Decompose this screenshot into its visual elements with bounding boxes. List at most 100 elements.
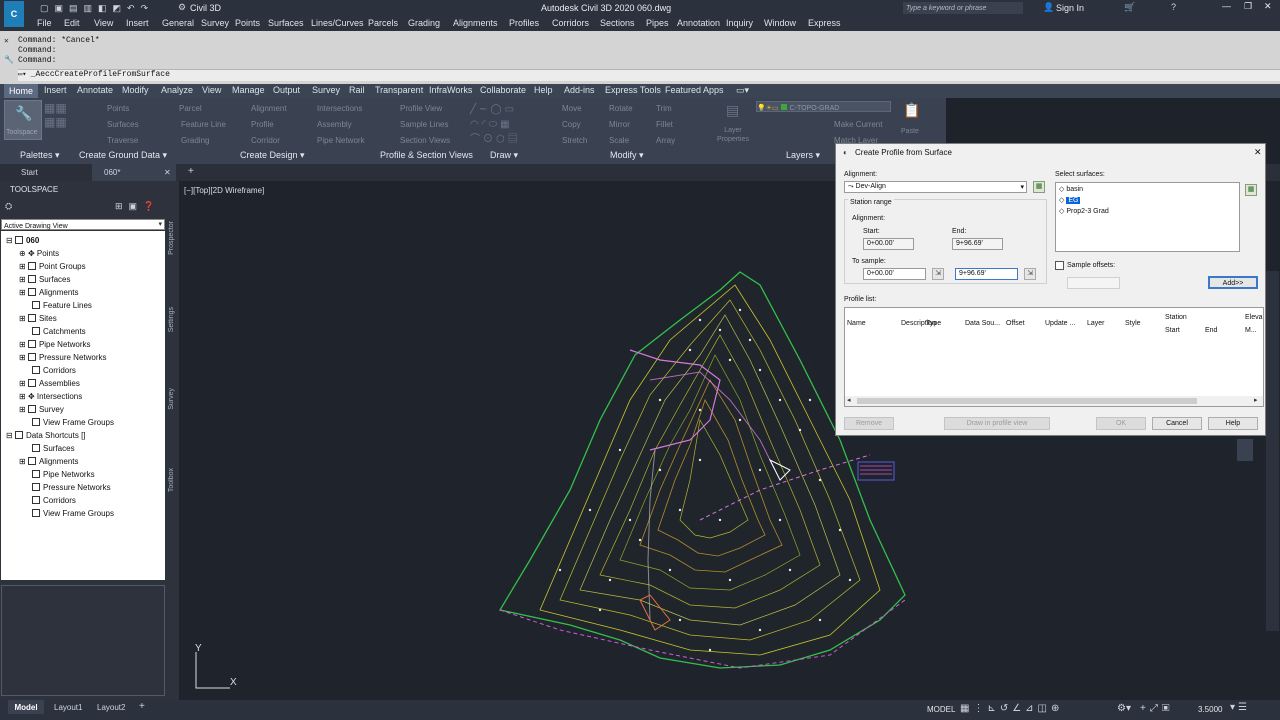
tree-item[interactable]: Corridors xyxy=(32,366,76,375)
scroll-thumb[interactable] xyxy=(857,398,1197,404)
menu-points[interactable]: Points xyxy=(235,18,260,28)
tab-modify[interactable]: Modify xyxy=(122,85,149,95)
panel-modify[interactable]: Modify ▾ xyxy=(610,150,644,161)
tab-manage[interactable]: Manage xyxy=(232,85,265,95)
chevron-left-icon[interactable]: ◂ xyxy=(847,396,851,404)
column-header[interactable]: Start xyxy=(1165,327,1180,334)
pick-station-icon[interactable]: ⇲ xyxy=(1024,268,1036,280)
new-tab-icon[interactable]: + xyxy=(188,166,194,177)
close-icon[interactable]: ✕ xyxy=(164,168,171,177)
sample-offsets-checkbox[interactable] xyxy=(1055,261,1064,270)
ribbon-assembly[interactable]: Assembly xyxy=(317,120,352,129)
tree-item[interactable]: ⊞ Alignments xyxy=(19,288,79,297)
tree-item[interactable]: ⊞ Survey xyxy=(19,405,64,414)
paste-button[interactable]: 📋 Paste xyxy=(900,102,922,138)
tab-layout1[interactable]: Layout1 xyxy=(54,703,82,712)
tab-add-ins[interactable]: Add-ins xyxy=(564,85,595,95)
sample-start-field[interactable]: 0+00.00' xyxy=(863,268,926,280)
add-button[interactable]: Add>> xyxy=(1208,276,1258,289)
close-icon[interactable]: ✕ xyxy=(1254,147,1262,158)
menu-express[interactable]: Express xyxy=(808,18,841,28)
remove-button[interactable]: Remove xyxy=(844,417,894,430)
tree-item[interactable]: View Frame Groups xyxy=(32,509,114,518)
user-icon[interactable]: 👤 xyxy=(1043,2,1054,13)
ribbon-points[interactable]: Points xyxy=(107,104,129,113)
app-logo[interactable]: C xyxy=(4,1,24,27)
navigation-bar[interactable] xyxy=(1266,271,1279,631)
viewcube-button[interactable] xyxy=(1237,439,1253,461)
gear-icon[interactable]: ⚙▾ xyxy=(1117,703,1131,714)
tab-home[interactable]: Home xyxy=(4,84,39,98)
draw-tools[interactable]: ╱∼◯▭ ◠◜⬭▦ ⌒⊙⬡▤ xyxy=(470,102,538,145)
annotation-icons[interactable]: +⤢▣ xyxy=(1140,703,1173,714)
annotation-scale[interactable]: 3.5000 xyxy=(1198,705,1222,714)
doc-tab-060-label[interactable]: 060* xyxy=(104,168,120,177)
panel-palettes[interactable]: Palettes ▾ xyxy=(20,150,60,161)
tree-item[interactable]: ⊞ Pipe Networks xyxy=(19,340,91,349)
menu-parcels[interactable]: Parcels xyxy=(368,18,398,28)
menu-sections[interactable]: Sections xyxy=(600,18,635,28)
ribbon-array[interactable]: Array xyxy=(656,136,675,145)
ribbon-make-current[interactable]: Make Current xyxy=(834,120,882,129)
ribbon-intersections[interactable]: Intersections xyxy=(317,104,362,113)
command-input[interactable]: ▭▾ _AeccCreateProfileFromSurface xyxy=(18,69,1280,81)
cart-icon[interactable]: 🛒 xyxy=(1124,2,1135,13)
profile-list-table[interactable]: Name Description Type Data Sou... Offset… xyxy=(844,307,1264,407)
ribbon-corridor[interactable]: Corridor xyxy=(251,136,280,145)
tab-transparent[interactable]: Transparent xyxy=(375,85,423,95)
tab-express-tools[interactable]: Express Tools xyxy=(605,85,661,95)
toolspace-button[interactable]: 🔧 Toolspace xyxy=(4,100,42,140)
tree-item[interactable]: ⊟ Data Shortcuts [] xyxy=(6,431,86,440)
layer-properties-button[interactable]: ▤ Layer Properties xyxy=(716,102,750,143)
tree-item[interactable]: ⊟ 060 xyxy=(6,236,39,245)
column-header[interactable]: M... xyxy=(1245,327,1257,334)
column-header[interactable]: Name xyxy=(847,320,866,327)
tree-item[interactable]: Pressure Networks xyxy=(32,483,111,492)
ribbon-mirror[interactable]: Mirror xyxy=(609,120,630,129)
ribbon-trim[interactable]: Trim xyxy=(656,104,672,113)
sign-in-link[interactable]: Sign In xyxy=(1056,3,1084,13)
menu-inquiry[interactable]: Inquiry xyxy=(726,18,753,28)
list-item[interactable]: ◇ EG xyxy=(1059,196,1081,204)
restore-icon[interactable]: ❐ xyxy=(1244,1,1252,12)
menu-grading[interactable]: Grading xyxy=(408,18,440,28)
ribbon-pipe-network[interactable]: Pipe Network xyxy=(317,136,365,145)
ribbon-section-views[interactable]: Section Views xyxy=(400,136,450,145)
column-header[interactable]: Eleva xyxy=(1245,314,1263,321)
doc-tab-start-label[interactable]: Start xyxy=(21,168,38,177)
ribbon-sample-lines[interactable]: Sample Lines xyxy=(400,120,448,129)
ribbon-grading[interactable]: Grading xyxy=(181,136,209,145)
minimize-icon[interactable]: — xyxy=(1222,1,1231,11)
column-header[interactable]: Offset xyxy=(1006,320,1025,327)
tab-survey[interactable]: Survey xyxy=(312,85,340,95)
menu-general[interactable]: General xyxy=(162,18,194,28)
tab-layout2[interactable]: Layout2 xyxy=(97,703,125,712)
menu-view[interactable]: View xyxy=(94,18,113,28)
tree-item[interactable]: View Frame Groups xyxy=(32,418,114,427)
pick-alignment-icon[interactable]: ▦ xyxy=(1033,181,1045,193)
ribbon-fillet[interactable]: Fillet xyxy=(656,120,673,129)
surfaces-list[interactable]: ◇ basin ◇ EG ◇ Prop2-3 Grad xyxy=(1055,182,1240,252)
tree-item[interactable]: ⊞ Assemblies xyxy=(19,379,80,388)
ribbon-profile-view[interactable]: Profile View xyxy=(400,104,442,113)
tab-output[interactable]: Output xyxy=(273,85,300,95)
tree-item[interactable]: ⊞ Point Groups xyxy=(19,262,86,271)
tab-analyze[interactable]: Analyze xyxy=(161,85,193,95)
ribbon-stretch[interactable]: Stretch xyxy=(562,136,587,145)
tab-prospector[interactable]: Prospector xyxy=(168,221,179,255)
column-header[interactable]: End xyxy=(1205,327,1217,334)
ribbon-feature-line[interactable]: Feature Line xyxy=(181,120,226,129)
ribbon-surfaces[interactable]: Surfaces xyxy=(107,120,139,129)
pick-station-icon[interactable]: ⇲ xyxy=(932,268,944,280)
workspace-name[interactable]: Civil 3D xyxy=(190,3,221,13)
search-input[interactable]: Type a keyword or phrase xyxy=(903,2,1023,14)
ribbon-move[interactable]: Move xyxy=(562,104,582,113)
cancel-button[interactable]: Cancel xyxy=(1152,417,1202,430)
tree-item[interactable]: Corridors xyxy=(32,496,76,505)
drafting-tools-icons[interactable]: ▦⋮⊾↺∠⊿◫⊕ xyxy=(960,703,1063,714)
tree-item[interactable]: ⊕ ✥ Points xyxy=(19,249,59,258)
help-icon[interactable]: ? xyxy=(1171,2,1176,12)
close-icon[interactable]: ✕ xyxy=(1264,1,1272,12)
column-header[interactable]: Style xyxy=(1125,320,1141,327)
tree-item[interactable]: ⊞ ✥ Intersections xyxy=(19,392,82,401)
